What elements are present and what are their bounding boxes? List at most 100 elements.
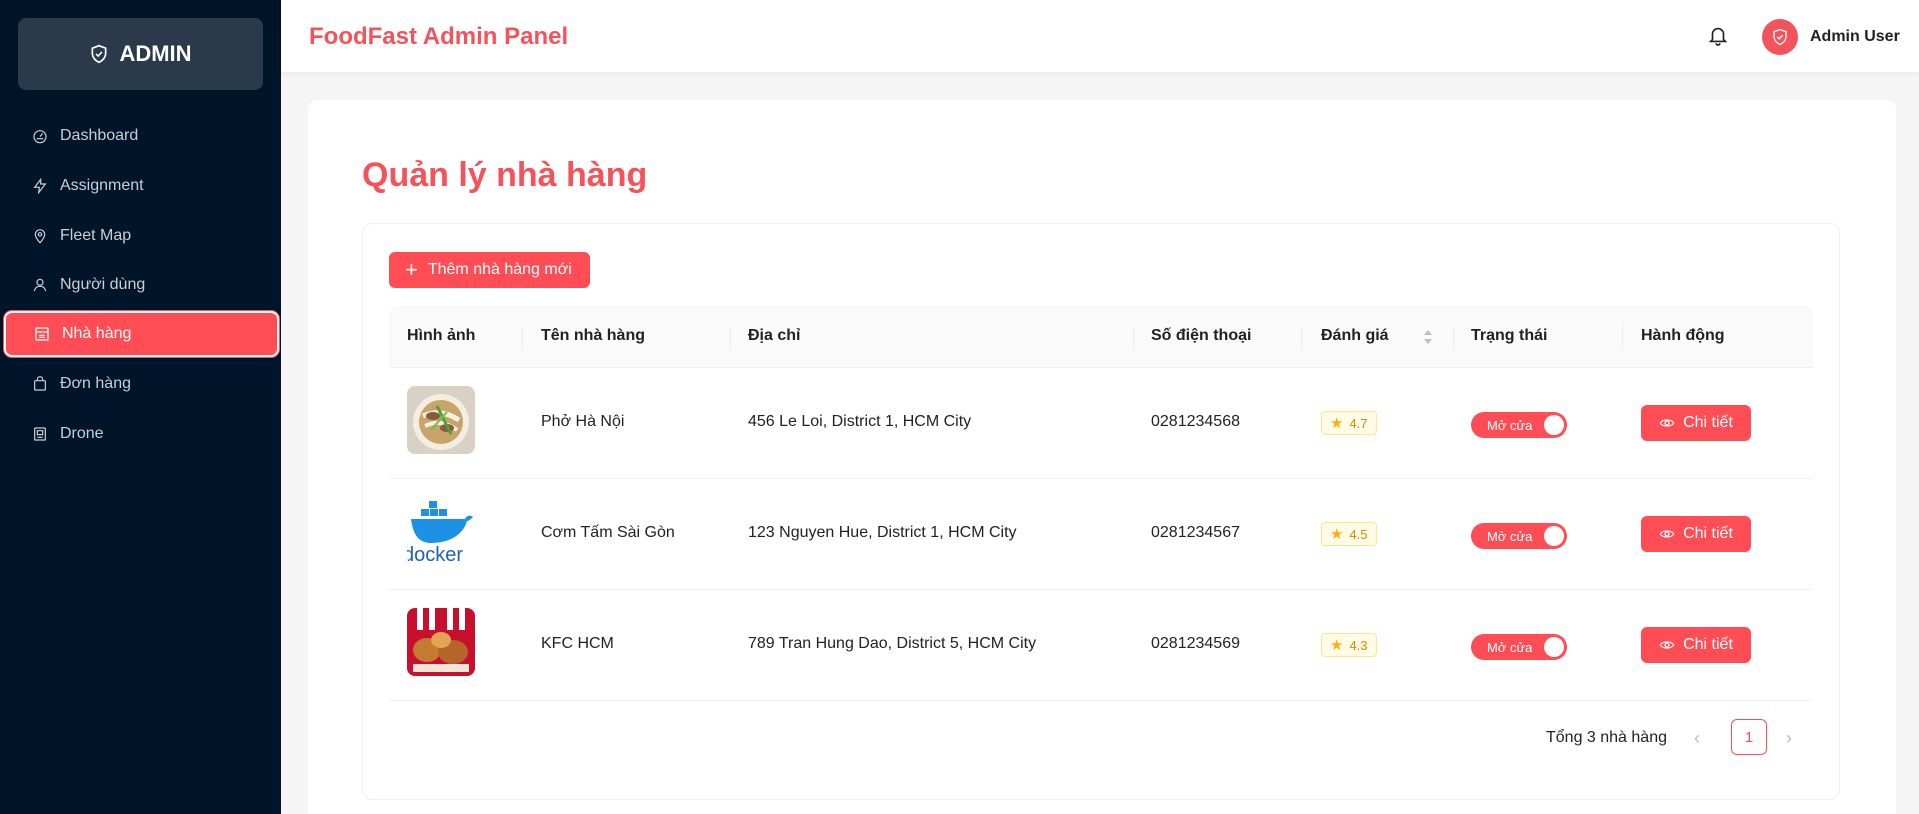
sidebar: ADMIN Dashboard Assignment Fleet Map Ngư…	[0, 0, 281, 814]
sidebar-item-label: Drone	[60, 425, 104, 442]
toggle-knob	[1544, 637, 1564, 657]
svg-text:docker: docker	[407, 544, 463, 565]
add-restaurant-label: Thêm nhà hàng mới	[427, 261, 572, 278]
detail-label: Chi tiết	[1683, 525, 1733, 542]
user-icon	[33, 278, 47, 292]
restaurant-address: 456 Le Loi, District 1, HCM City	[748, 413, 972, 430]
column-header-address: Địa chỉ	[748, 327, 801, 344]
sidebar-item-assignment[interactable]: Assignment	[4, 163, 279, 209]
column-divider	[1622, 325, 1623, 349]
column-header-actions: Hành động	[1641, 327, 1725, 344]
restaurant-name: Phở Hà Nội	[541, 413, 625, 430]
pagination-prev-icon[interactable]: ‹	[1694, 728, 1700, 749]
status-label: Mở cửa	[1487, 417, 1533, 433]
column-header-status: Trạng thái	[1471, 327, 1548, 344]
sidebar-item-label: Dashboard	[60, 127, 139, 144]
eye-icon	[1659, 530, 1675, 538]
rating-value: 4.3	[1349, 637, 1368, 653]
notification-button[interactable]	[1707, 24, 1729, 46]
column-divider	[1301, 325, 1302, 349]
restaurant-name: KFC HCM	[541, 635, 614, 652]
column-header-phone: Số điện thoại	[1151, 327, 1252, 344]
star-icon: ★	[1330, 637, 1344, 654]
restaurant-image: docker	[407, 497, 475, 565]
pagination-next-icon[interactable]: ›	[1786, 728, 1792, 749]
brand-logo[interactable]: ADMIN	[18, 18, 263, 90]
restaurant-phone: 0281234568	[1151, 413, 1240, 430]
table-header: Hình ảnh Tên nhà hàng Địa chỉ Số điện th…	[389, 306, 1813, 368]
shop-icon	[35, 327, 49, 341]
detail-label: Chi tiết	[1683, 414, 1733, 431]
restaurant-address: 789 Tran Hung Dao, District 5, HCM City	[748, 635, 1037, 652]
restaurant-image	[407, 608, 475, 676]
sidebar-item-orders[interactable]: Đơn hàng	[4, 361, 279, 407]
column-header-image: Hình ảnh	[407, 327, 476, 344]
detail-label: Chi tiết	[1683, 636, 1733, 653]
table-row: docker Cơm Tấm Sài Gòn 123 Nguyen Hue, D…	[389, 479, 1813, 590]
user-name[interactable]: Admin User	[1810, 28, 1900, 46]
column-divider	[730, 325, 731, 349]
eye-icon	[1659, 641, 1675, 649]
restaurant-phone: 0281234569	[1151, 635, 1240, 652]
restaurant-table: Hình ảnh Tên nhà hàng Địa chỉ Số điện th…	[389, 306, 1813, 701]
page-title: Quản lý nhà hàng	[362, 156, 648, 194]
rating-badge: ★ 4.3	[1321, 633, 1377, 657]
rating-value: 4.5	[1349, 526, 1368, 542]
pagination-page-current[interactable]: 1	[1731, 719, 1767, 755]
sidebar-item-fleet-map[interactable]: Fleet Map	[4, 213, 279, 259]
dashboard-icon	[33, 130, 47, 144]
column-divider	[522, 325, 523, 349]
bell-icon	[1708, 27, 1728, 46]
sidebar-item-label: Nhà hàng	[62, 325, 132, 342]
rating-badge: ★ 4.7	[1321, 411, 1377, 435]
brand-label: ADMIN	[119, 41, 192, 66]
status-toggle[interactable]: Mở cửa	[1471, 634, 1567, 660]
shield-check-icon	[91, 44, 107, 64]
sidebar-item-drone[interactable]: Drone	[4, 411, 279, 457]
plus-icon: +	[405, 257, 418, 282]
restaurant-phone: 0281234567	[1151, 524, 1240, 541]
shield-check-icon	[1773, 28, 1787, 46]
bag-icon	[34, 376, 46, 391]
rating-badge: ★ 4.5	[1321, 522, 1377, 546]
column-header-name: Tên nhà hàng	[541, 327, 645, 344]
sort-icon[interactable]	[1423, 328, 1433, 346]
sidebar-item-label: Người dùng	[60, 276, 146, 293]
restaurant-name: Cơm Tấm Sài Gòn	[541, 524, 675, 541]
column-header-rating[interactable]: Đánh giá	[1321, 327, 1389, 345]
status-label: Mở cửa	[1487, 528, 1533, 544]
detail-button[interactable]: Chi tiết	[1641, 627, 1751, 663]
restaurant-image	[407, 386, 475, 454]
map-pin-icon	[34, 229, 46, 244]
avatar[interactable]	[1762, 19, 1798, 55]
sidebar-item-restaurants[interactable]: Nhà hàng	[4, 311, 279, 357]
column-divider	[1453, 325, 1454, 349]
rating-value: 4.7	[1349, 415, 1368, 431]
pagination-total: Tổng 3 nhà hàng	[1546, 729, 1667, 746]
toggle-knob	[1544, 415, 1564, 435]
lightning-icon	[33, 178, 47, 194]
sidebar-item-dashboard[interactable]: Dashboard	[4, 113, 279, 159]
restaurant-address: 123 Nguyen Hue, District 1, HCM City	[748, 524, 1017, 541]
restaurant-table-panel: + Thêm nhà hàng mới Hình ảnh Tên nhà hàn…	[362, 223, 1840, 800]
table-row: KFC HCM 789 Tran Hung Dao, District 5, H…	[389, 590, 1813, 701]
add-restaurant-button[interactable]: + Thêm nhà hàng mới	[389, 252, 590, 288]
status-toggle[interactable]: Mở cửa	[1471, 412, 1567, 438]
toggle-knob	[1544, 526, 1564, 546]
status-toggle[interactable]: Mở cửa	[1471, 523, 1567, 549]
star-icon: ★	[1330, 526, 1344, 543]
detail-button[interactable]: Chi tiết	[1641, 516, 1751, 552]
sidebar-item-label: Fleet Map	[60, 227, 132, 244]
sidebar-item-label: Assignment	[60, 177, 144, 194]
content-card: Quản lý nhà hàng + Thêm nhà hàng mới Hìn…	[308, 100, 1896, 814]
status-label: Mở cửa	[1487, 639, 1533, 655]
detail-button[interactable]: Chi tiết	[1641, 405, 1751, 441]
sidebar-item-users[interactable]: Người dùng	[4, 262, 279, 308]
column-divider	[1133, 325, 1134, 349]
app-title: FoodFast Admin Panel	[309, 23, 569, 50]
star-icon: ★	[1330, 415, 1344, 432]
top-header: FoodFast Admin Panel Admin User	[281, 0, 1919, 73]
table-row: Phở Hà Nội 456 Le Loi, District 1, HCM C…	[389, 368, 1813, 479]
eye-icon	[1659, 419, 1675, 427]
sidebar-item-label: Đơn hàng	[60, 375, 131, 392]
